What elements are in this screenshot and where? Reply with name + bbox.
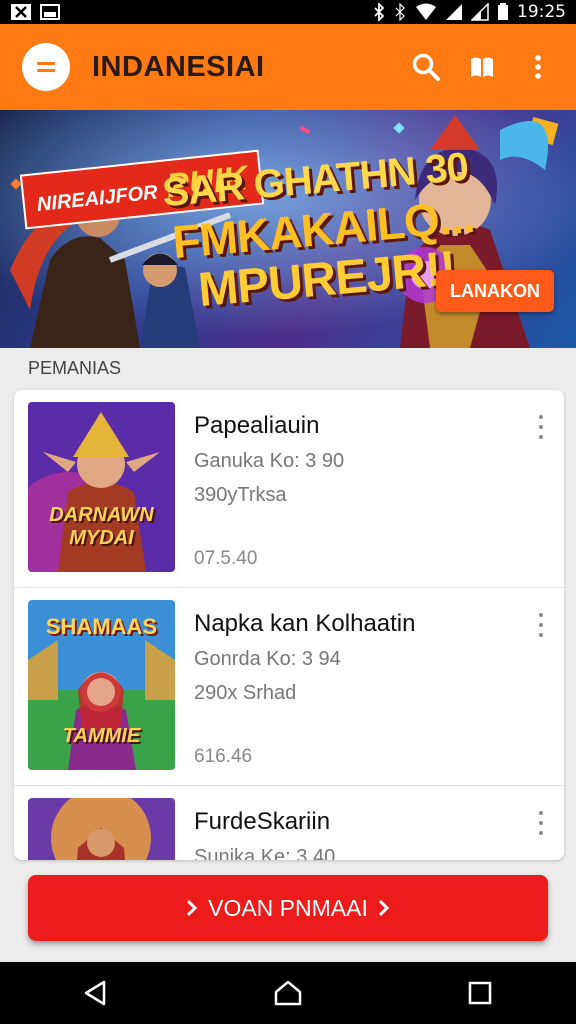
app-title: INDANESIAI: [92, 50, 265, 83]
section-title: PEMANIAS: [28, 358, 122, 378]
image-icon: [40, 4, 60, 20]
item-date: 07.5.40: [194, 548, 258, 569]
list-item[interactable]: FurdeSkariin Sunika Ke: 3.40: [14, 786, 564, 860]
wifi-icon: [415, 3, 437, 21]
item-title: Napka kan Kolhaatin: [194, 610, 416, 637]
hamburger-icon: [37, 62, 55, 72]
more-vert-icon: [539, 613, 543, 617]
banner-tag-text: NIREAIJFOR: [35, 181, 159, 216]
item-more-button[interactable]: [534, 412, 548, 442]
menu-button[interactable]: [22, 43, 70, 91]
thumbnail-caption: TAMMIE: [62, 725, 141, 747]
search-icon: [412, 53, 440, 81]
item-more-button[interactable]: [534, 808, 548, 838]
list-item[interactable]: SHAMAAS TAMMIE Napka kan Kolhaatin Gonrd…: [14, 588, 564, 786]
overflow-menu-button[interactable]: [516, 45, 560, 89]
chevron-right-icon: [187, 899, 198, 917]
item-subtitle: Gonrda Ko: 3 94: [194, 648, 341, 670]
close-box-icon: [10, 3, 32, 21]
item-date: 616.46: [194, 746, 253, 767]
item-subtitle: Sunika Ke: 3.40: [194, 846, 336, 860]
more-vert-icon: [539, 811, 543, 815]
primary-cta-button[interactable]: VOAN PNMAAI: [28, 875, 548, 941]
recents-square-icon: [468, 981, 492, 1005]
clock: 19:25: [517, 2, 566, 22]
battery-icon: [497, 3, 509, 21]
item-subtitle: Ganuka Ko: 3 90: [194, 450, 345, 472]
more-vert-icon: [535, 55, 541, 79]
bluetooth-icon: [373, 3, 385, 21]
status-bar: 19:25: [0, 0, 576, 24]
thumbnail-title: SHAMAAS: [45, 614, 158, 639]
thumbnail-caption: DARNAWN MYDAI: [49, 504, 154, 549]
system-nav-bar: [0, 962, 576, 1024]
chevron-right-icon: [378, 899, 389, 917]
search-button[interactable]: [404, 45, 448, 89]
library-button[interactable]: [460, 45, 504, 89]
more-vert-icon: [539, 415, 543, 419]
vibrate-icon: [393, 3, 407, 21]
back-button[interactable]: [66, 968, 126, 1018]
item-more-button[interactable]: [534, 610, 548, 640]
list-item[interactable]: DARNAWN MYDAI Papealiauin Ganuka Ko: 3 9…: [14, 390, 564, 588]
book-icon: [471, 57, 493, 77]
signal-icon: [445, 3, 463, 21]
game-list: DARNAWN MYDAI Papealiauin Ganuka Ko: 3 9…: [14, 390, 564, 860]
game-thumbnail: [28, 798, 175, 860]
cta-label: VOAN PNMAAI: [208, 894, 368, 921]
item-meta: 290x Srhad: [194, 682, 297, 704]
promo-banner[interactable]: NIREAIJFOR PUIK SAR GHATHN 30 FMKAKAILQ.…: [0, 110, 576, 348]
app-bar: INDANESIAI: [0, 24, 576, 110]
home-icon: [274, 980, 302, 1006]
game-thumbnail: SHAMAAS TAMMIE: [28, 600, 175, 770]
game-thumbnail: DARNAWN MYDAI: [28, 402, 175, 572]
back-triangle-icon: [84, 980, 106, 1006]
banner-cta-button[interactable]: LANAKON: [436, 270, 554, 312]
item-meta: 390yTrksa: [194, 484, 287, 506]
recents-button[interactable]: [450, 968, 510, 1018]
item-title: Papealiauin: [194, 412, 320, 439]
signal-icon: [471, 3, 489, 21]
home-button[interactable]: [258, 968, 318, 1018]
item-title: FurdeSkariin: [194, 808, 331, 835]
